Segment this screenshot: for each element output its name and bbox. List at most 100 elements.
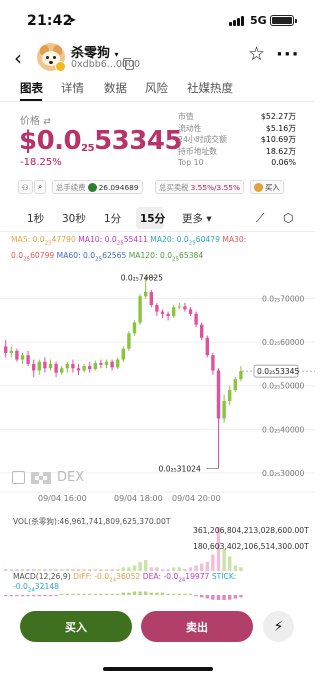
more-options-icon[interactable]: ···: [276, 44, 300, 65]
candle: [144, 291, 148, 297]
tab-chart[interactable]: 图表: [20, 80, 43, 96]
candle: [65, 363, 69, 369]
macd-bar: [160, 592, 165, 595]
volume-bar: [60, 569, 64, 571]
volume-bar: [76, 569, 81, 571]
tab-bar: 图表 详情 数据 风险 社媒热度: [0, 80, 315, 102]
timeframe-1s[interactable]: 1秒: [27, 211, 44, 226]
candle: [160, 311, 165, 314]
buy-tag[interactable]: 买入: [250, 180, 284, 194]
macd-bar: [104, 593, 109, 595]
macd-bar: [177, 593, 181, 595]
candle: [76, 368, 81, 371]
status-time: 21:42: [27, 13, 73, 29]
chain-badge-icon: [55, 61, 66, 72]
candle: [155, 305, 159, 312]
macd-bar: [15, 595, 19, 597]
candlestick-chart[interactable]: 0.0₂₅70000 0.0₂₅60000 0.0₂₅50000 0.0₂₅40000…: [0, 258, 315, 493]
divider: [0, 101, 315, 102]
candle: [32, 363, 36, 371]
macd-bar: [93, 593, 97, 595]
volume-bar: [172, 567, 176, 571]
macd-bar: [48, 595, 53, 597]
copy-icon[interactable]: [123, 58, 134, 70]
candle: [43, 361, 47, 369]
candle: [211, 355, 215, 371]
sell-button[interactable]: 卖出: [141, 611, 253, 642]
macd-bar: [166, 593, 170, 595]
tab-social[interactable]: 社媒热度: [187, 80, 233, 96]
volume-bar: [121, 567, 125, 571]
macd-bar: [99, 593, 103, 595]
macd-bar: [155, 592, 159, 595]
timeframe-30s[interactable]: 30秒: [62, 211, 86, 226]
tab-details[interactable]: 详情: [61, 80, 84, 96]
volume-bar: [239, 567, 243, 571]
volume-bar: [160, 569, 165, 571]
volume-bar: [132, 565, 137, 571]
macd-bar: [71, 593, 75, 595]
current-price-label: 0.0₂₅53345: [257, 367, 299, 376]
tab-data[interactable]: 数据: [104, 80, 127, 96]
indicator-icon[interactable]: ⟋: [256, 211, 264, 226]
quick-trade-bolt-icon[interactable]: ⚡: [263, 611, 294, 642]
ma5-label: MA5: 0.02547790: [11, 235, 76, 247]
favorite-star-icon[interactable]: ☆: [248, 43, 265, 65]
candle: [37, 361, 41, 371]
back-icon[interactable]: ‹: [14, 46, 22, 70]
volume-bar: [205, 561, 209, 571]
timeframe-1m[interactable]: 1分: [104, 211, 121, 226]
candle: [88, 366, 92, 370]
candle: [172, 307, 176, 316]
home-indicator: [103, 667, 213, 671]
candle: [15, 350, 19, 360]
person-icon[interactable]: ⚇: [18, 180, 33, 194]
volume-bar: [9, 569, 13, 571]
candle: [149, 291, 153, 306]
high-label: 0.0₂₅74825: [121, 273, 163, 282]
tax-chip[interactable]: 总买卖税 3.55%/3.55%: [155, 180, 245, 194]
volume-bar: [37, 569, 41, 571]
x-label: 09/04 16:00: [38, 494, 87, 503]
volume-bar: [26, 569, 30, 571]
macd-bar: [233, 595, 237, 599]
timeframe-more[interactable]: 更多 ▾: [182, 211, 212, 226]
macd-bar: [65, 593, 69, 595]
candle: [71, 363, 75, 369]
x-label: 09/04 20:00: [172, 494, 221, 503]
location-icon: ➤: [68, 15, 77, 26]
stat-row: 24小时成交额 $10.69万: [178, 135, 296, 144]
volume-bar: [48, 569, 53, 571]
volume-bar: [155, 567, 159, 571]
coin-icon: [254, 182, 263, 192]
y-tick-label: 0.0₂₅50000: [262, 382, 304, 391]
volume-bar: [93, 569, 97, 571]
candle: [99, 363, 103, 365]
network-label: 5G: [250, 14, 267, 27]
candle: [4, 346, 8, 354]
candle: [188, 309, 193, 314]
macd-bar: [32, 595, 36, 597]
candle: [132, 322, 137, 334]
macd-bar: [200, 595, 204, 598]
candle: [60, 368, 64, 373]
buy-button[interactable]: 买入: [20, 611, 132, 642]
volume-bar: [211, 554, 215, 571]
search-icon[interactable]: ⌕: [34, 180, 47, 194]
volume-bar: [144, 560, 148, 571]
macd-bar: [194, 595, 198, 597]
macd-bar: [43, 595, 47, 597]
tab-risk[interactable]: 风险: [145, 80, 168, 96]
y-tick-label: 0.0₂₅60000: [262, 338, 304, 347]
settings-icon[interactable]: ⬡: [283, 211, 293, 225]
fee-chip[interactable]: 总手续费 26.094689: [52, 180, 143, 194]
macd-bar: [239, 595, 243, 598]
volume-bar: [43, 569, 47, 571]
candle: [228, 390, 232, 401]
timeframe-15m[interactable]: 15分: [140, 211, 165, 226]
macd-bar: [144, 591, 148, 595]
stats-panel: 市值 $52.27万 流动性 $5.16万 24小时成交额 $10.69万 持币地址数…: [178, 111, 296, 169]
candle: [183, 306, 187, 310]
low-label: 0.0₂₅31024: [159, 464, 201, 473]
volume-bar: [200, 563, 204, 571]
